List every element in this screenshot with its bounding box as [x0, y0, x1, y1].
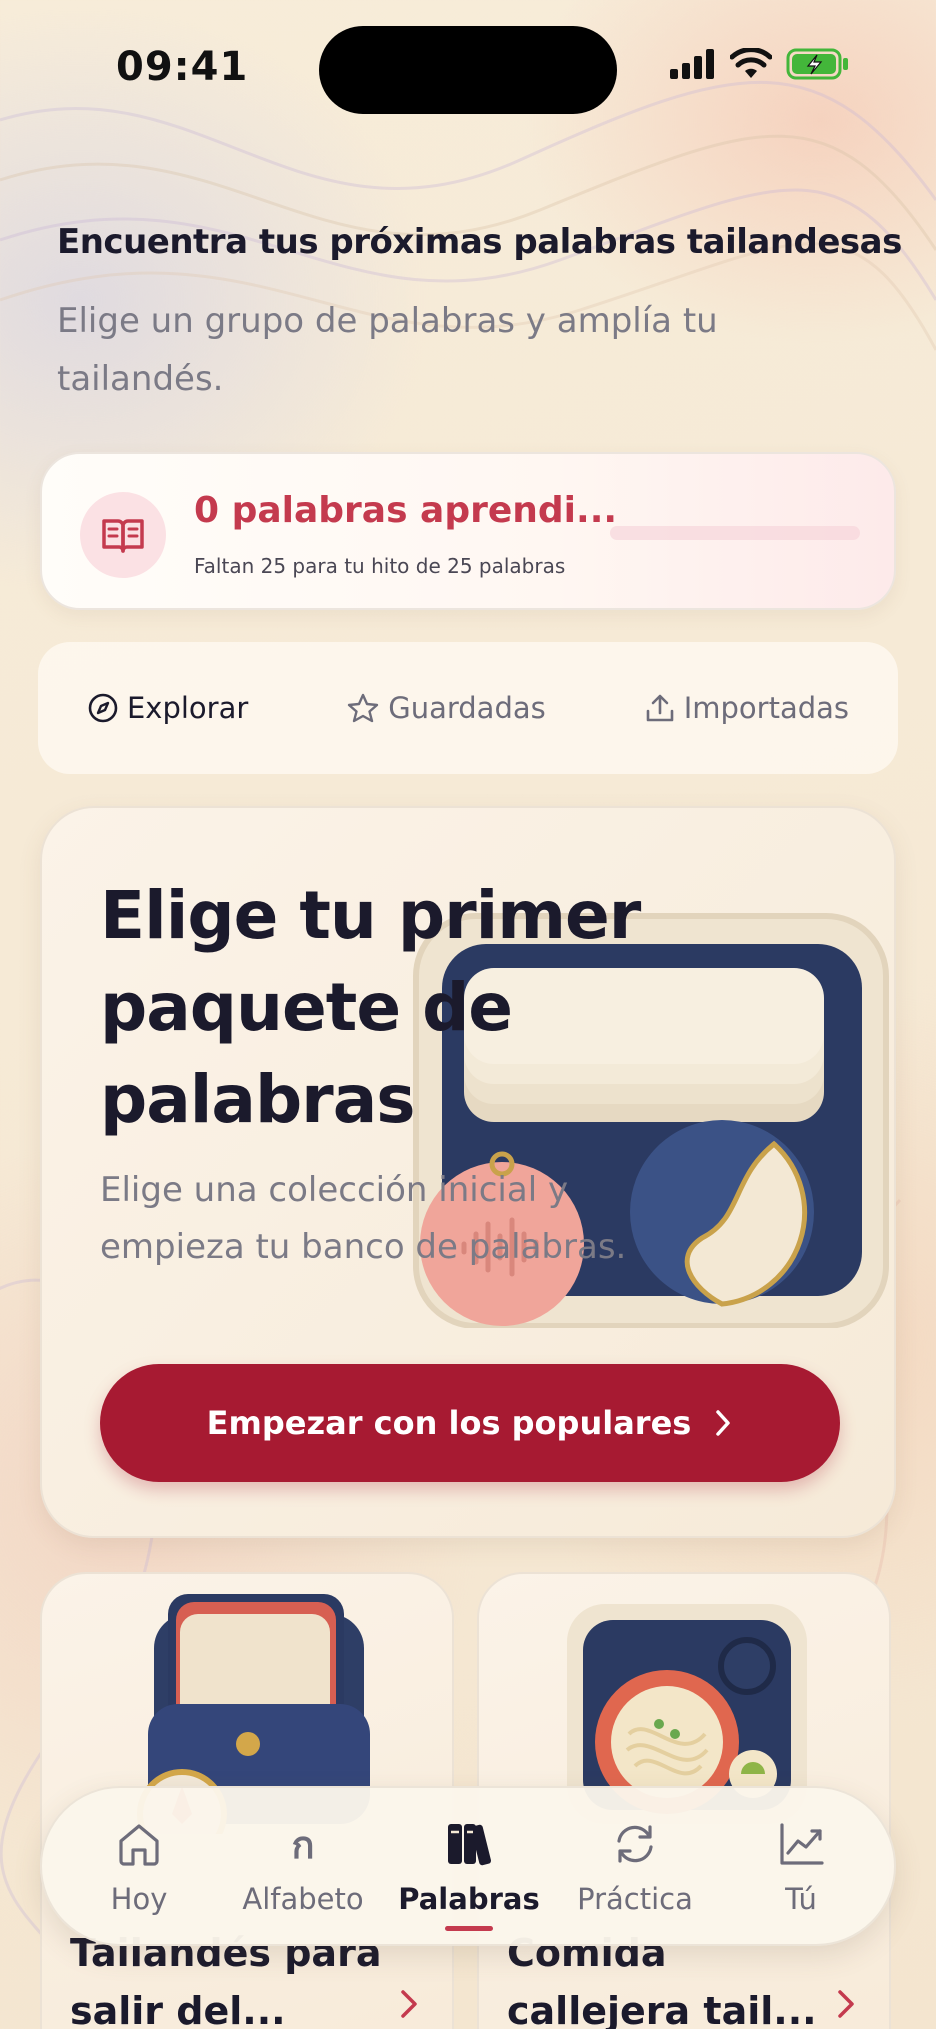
compass-icon: [88, 693, 118, 723]
nav-item-hoy[interactable]: Hoy: [64, 1788, 214, 1948]
hero-description: Elige una colección inicial y empieza tu…: [100, 1170, 627, 1267]
progress-card[interactable]: 0 palabras aprendi... Faltan 25 para tu …: [40, 452, 896, 610]
hero-card: Elige tu primer paquete de palabras Elig…: [40, 806, 896, 1538]
progress-subtitle: Faltan 25 para tu hito de 25 palabras: [194, 554, 566, 578]
progress-bar: [610, 526, 860, 540]
home-icon: [119, 1824, 159, 1866]
hero-title: Elige tu primer paquete de palabras: [100, 877, 641, 1138]
page-subtitle: Elige un grupo de palabras y amplía tu t…: [57, 301, 718, 399]
nav-item-palabras[interactable]: Palabras: [394, 1788, 544, 1948]
nav-item-tu[interactable]: Tú: [726, 1788, 876, 1948]
progress-title: 0 palabras aprendi...: [194, 490, 618, 531]
signal-icon: [670, 49, 714, 79]
chevron-right-icon: [838, 1990, 854, 2018]
active-indicator: [445, 1926, 493, 1931]
nav-label: Palabras: [398, 1882, 540, 1916]
tab-label: Explorar: [126, 691, 249, 725]
tab-label: Importadas: [683, 691, 850, 725]
button-label: Empezar con los populares: [206, 1404, 692, 1442]
books-icon: [448, 1824, 492, 1866]
book-badge: [80, 492, 166, 578]
status-bar: 09:41: [0, 0, 936, 130]
nav-item-alfabeto[interactable]: ก Alfabeto: [228, 1788, 378, 1948]
nav-item-practica[interactable]: Práctica: [560, 1788, 710, 1948]
battery-charging-icon: [786, 48, 848, 80]
refresh-icon: [617, 1825, 653, 1863]
nav-label: Tú: [785, 1882, 817, 1916]
chevron-right-icon: [401, 1990, 417, 2018]
wifi-icon: [730, 48, 772, 78]
chevron-right-icon: [716, 1410, 731, 1436]
nav-label: Alfabeto: [242, 1882, 364, 1916]
thai-letter-icon: ก: [291, 1822, 315, 1867]
open-book-icon: [102, 519, 144, 553]
chart-line-icon: [780, 1823, 824, 1865]
dynamic-island: [319, 26, 617, 114]
nav-label: Práctica: [577, 1882, 693, 1916]
tab-explorar[interactable]: Explorar: [87, 691, 248, 725]
status-icons: [668, 48, 850, 80]
nav-label: Hoy: [110, 1882, 168, 1916]
upload-icon: [646, 694, 674, 722]
tab-bar: Explorar Guardadas Importadas: [38, 642, 898, 774]
tab-guardadas[interactable]: Guardadas: [346, 691, 546, 725]
tab-label: Guardadas: [388, 691, 546, 725]
start-popular-button[interactable]: Empezar con los populares: [100, 1364, 840, 1482]
status-time: 09:41: [116, 44, 249, 90]
star-icon: [348, 693, 379, 723]
tab-importadas[interactable]: Importadas: [644, 691, 849, 725]
bottom-nav: Hoy ก Alfabeto Palabras Práctica Tú: [40, 1786, 896, 1946]
page-title: Encuentra tus próximas palabras tailande…: [57, 222, 902, 262]
